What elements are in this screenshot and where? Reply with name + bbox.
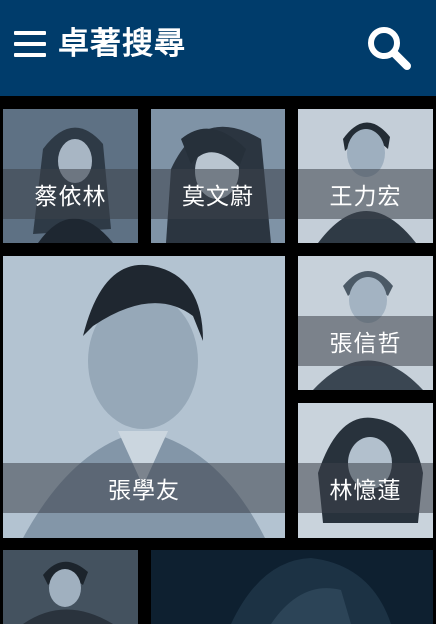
artist-tile[interactable]: 王力宏: [298, 109, 433, 243]
app-title: 卓著搜尋: [58, 26, 186, 62]
artist-tile[interactable]: 張學友: [3, 256, 285, 538]
artist-tile[interactable]: [3, 550, 138, 624]
hamburger-menu-icon[interactable]: [14, 30, 46, 58]
artist-tile[interactable]: 張信哲: [298, 256, 433, 390]
artist-tile[interactable]: 莫文蔚: [151, 109, 285, 243]
artist-name: 蔡依林: [3, 169, 138, 219]
artist-photo: [3, 550, 138, 624]
artist-name: 王力宏: [298, 169, 433, 219]
artist-name: 林憶蓮: [298, 463, 433, 513]
artist-tile[interactable]: 蔡依林: [3, 109, 138, 243]
artist-name: 張學友: [3, 463, 285, 513]
top-app-bar: 卓著搜尋: [0, 0, 436, 96]
artist-name: 張信哲: [298, 316, 433, 366]
artist-tile[interactable]: [151, 550, 433, 624]
artist-tile[interactable]: 林憶蓮: [298, 403, 433, 538]
artist-name: 莫文蔚: [151, 169, 285, 219]
search-icon[interactable]: [366, 25, 412, 71]
artist-photo: [151, 550, 433, 624]
